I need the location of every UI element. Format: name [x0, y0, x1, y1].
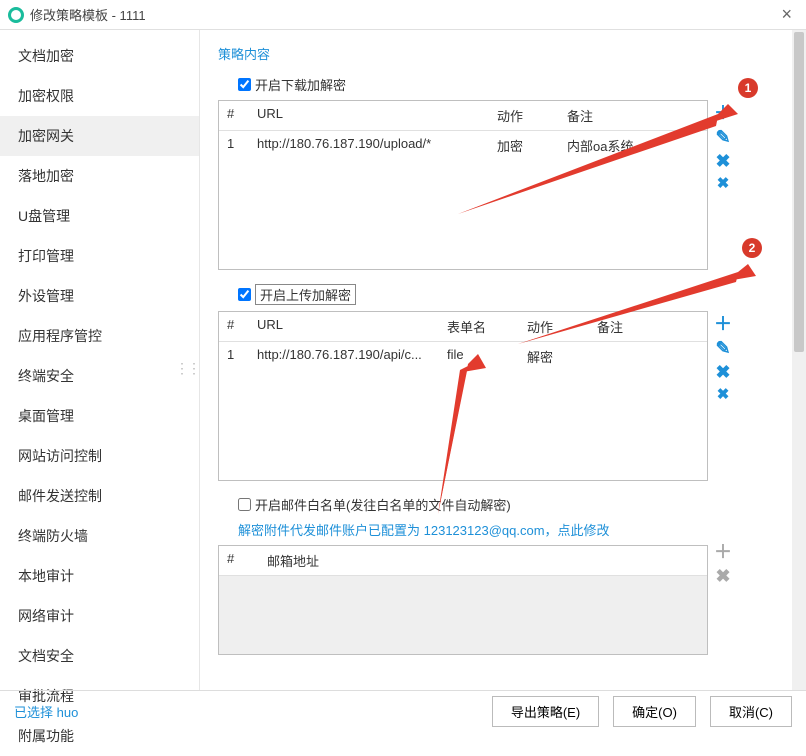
delete-icon[interactable]: ✖	[715, 152, 730, 170]
app-icon	[8, 7, 24, 23]
sidebar-item-12[interactable]: 终端防火墙	[0, 516, 199, 556]
main-panel: 策略内容 开启下载加解密 # URL 动作 备注 1 http://180.76…	[200, 30, 806, 690]
sidebar: ⋮⋮ 文档加密加密权限加密网关落地加密U盘管理打印管理外设管理应用程序管控终端安…	[0, 30, 200, 690]
col-action: 动作	[527, 317, 597, 336]
email-table: # 邮箱地址	[218, 545, 708, 655]
callout-1: 1	[738, 78, 758, 98]
col-action: 动作	[497, 106, 567, 125]
table-row[interactable]: 1 http://180.76.187.190/api/c... file 解密	[219, 342, 707, 371]
delete-icon[interactable]: ✖	[715, 567, 730, 585]
sidebar-item-4[interactable]: U盘管理	[0, 196, 199, 236]
sidebar-item-9[interactable]: 桌面管理	[0, 396, 199, 436]
email-whitelist-label: 开启邮件白名单(发往白名单的文件自动解密)	[255, 495, 511, 514]
sidebar-item-14[interactable]: 网络审计	[0, 596, 199, 636]
download-table: # URL 动作 备注 1 http://180.76.187.190/uplo…	[218, 100, 708, 270]
download-encrypt-checkbox[interactable]	[238, 78, 251, 91]
delete-icon[interactable]: ✖	[715, 363, 730, 381]
col-url: URL	[257, 317, 447, 336]
add-icon[interactable]: ＋	[714, 543, 732, 561]
close-icon[interactable]: ×	[775, 4, 798, 25]
email-config-info: 解密附件代发邮件账户已配置为 123123123@qq.com，点此修改	[238, 520, 794, 539]
sidebar-item-10[interactable]: 网站访问控制	[0, 436, 199, 476]
download-encrypt-check-row: 开启下载加解密	[238, 75, 794, 94]
upload-table: # URL 表单名 动作 备注 1 http://180.76.187.190/…	[218, 311, 708, 481]
upload-encrypt-label: 开启上传加解密	[255, 284, 356, 305]
status-text: 已选择 huo	[14, 702, 78, 721]
ok-button[interactable]: 确定(O)	[613, 696, 696, 727]
sidebar-item-3[interactable]: 落地加密	[0, 156, 199, 196]
sidebar-item-15[interactable]: 文档安全	[0, 636, 199, 676]
sidebar-item-1[interactable]: 加密权限	[0, 76, 199, 116]
drag-handle-icon[interactable]: ⋮⋮	[175, 360, 199, 377]
scrollbar[interactable]	[792, 30, 806, 690]
scrollbar-thumb[interactable]	[794, 32, 804, 352]
callout-2: 2	[742, 238, 762, 258]
edit-icon[interactable]: ✎	[715, 339, 730, 357]
config-icon[interactable]: ✖	[717, 176, 730, 191]
add-icon[interactable]: ＋	[714, 104, 732, 122]
upload-encrypt-checkbox[interactable]	[238, 288, 251, 301]
sidebar-item-2[interactable]: 加密网关	[0, 116, 199, 156]
sidebar-item-11[interactable]: 邮件发送控制	[0, 476, 199, 516]
sidebar-item-13[interactable]: 本地审计	[0, 556, 199, 596]
section-title: 策略内容	[218, 44, 794, 63]
email-whitelist-checkbox[interactable]	[238, 498, 251, 511]
edit-email-link[interactable]: ，点此修改	[545, 523, 610, 538]
col-note: 备注	[567, 106, 699, 125]
cancel-button[interactable]: 取消(C)	[710, 696, 792, 727]
footer: 已选择 huo 导出策略(E) 确定(O) 取消(C)	[0, 690, 806, 732]
col-idx: #	[227, 106, 257, 125]
add-icon[interactable]: ＋	[714, 315, 732, 333]
config-icon[interactable]: ✖	[717, 387, 730, 402]
col-form: 表单名	[447, 317, 527, 336]
col-idx: #	[227, 317, 257, 336]
export-button[interactable]: 导出策略(E)	[492, 696, 599, 727]
sidebar-item-0[interactable]: 文档加密	[0, 36, 199, 76]
col-idx: #	[227, 551, 267, 570]
col-note: 备注	[597, 317, 699, 336]
col-url: URL	[257, 106, 497, 125]
title-bar: 修改策略模板 - 1111 ×	[0, 0, 806, 30]
edit-icon[interactable]: ✎	[715, 128, 730, 146]
window-title: 修改策略模板 - 1111	[30, 5, 146, 24]
sidebar-item-7[interactable]: 应用程序管控	[0, 316, 199, 356]
upload-encrypt-check-row: 开启上传加解密	[238, 284, 794, 305]
sidebar-item-6[interactable]: 外设管理	[0, 276, 199, 316]
table-row[interactable]: 1 http://180.76.187.190/upload/* 加密 内部oa…	[219, 131, 707, 160]
col-email: 邮箱地址	[267, 551, 699, 570]
download-encrypt-label: 开启下载加解密	[255, 75, 346, 94]
sidebar-item-8[interactable]: 终端安全	[0, 356, 199, 396]
sidebar-item-5[interactable]: 打印管理	[0, 236, 199, 276]
email-whitelist-check-row: 开启邮件白名单(发往白名单的文件自动解密)	[238, 495, 794, 514]
